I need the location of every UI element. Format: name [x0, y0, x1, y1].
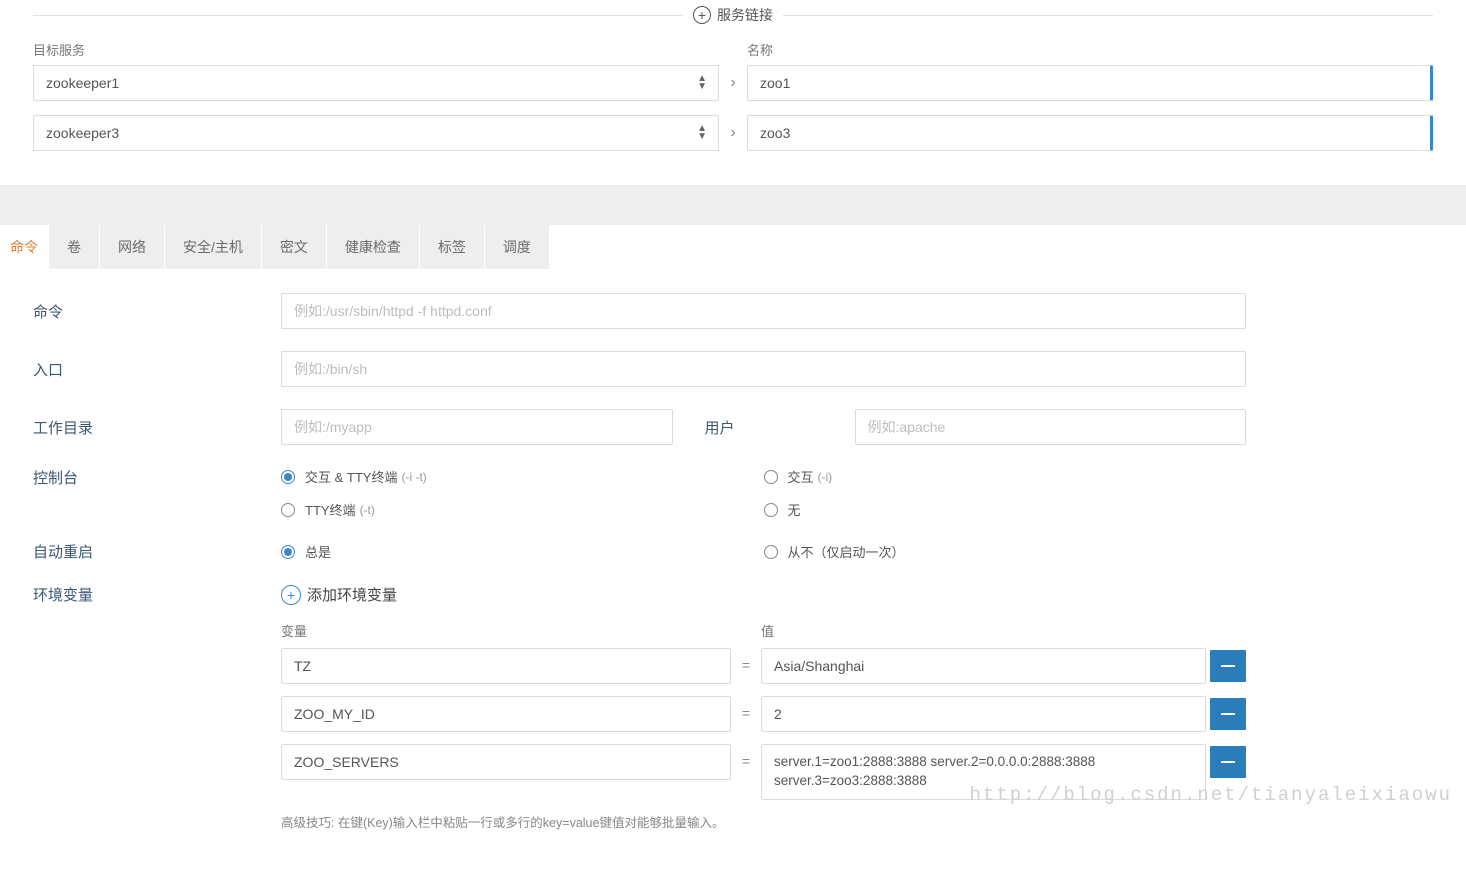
radio-suffix: (-i -t) [401, 470, 426, 484]
radio-label: 无 [788, 500, 801, 519]
env-headers: 变量 值 [281, 621, 1246, 640]
gray-band [0, 185, 1466, 225]
radio-icon [281, 503, 295, 517]
workdir-user-row: 工作目录 用户 [33, 409, 1433, 445]
minus-icon [1221, 665, 1235, 667]
env-key-input[interactable] [281, 696, 731, 732]
env-tip: 高级技巧: 在键(Key)输入栏中粘贴一行或多行的key=value键值对能够批… [281, 812, 1246, 831]
env-value-input[interactable] [761, 648, 1206, 684]
radio-label: 交互 & TTY终端 [305, 467, 397, 486]
link-name-input[interactable] [747, 115, 1433, 151]
env-value-textarea[interactable] [761, 744, 1206, 800]
command-label: 命令 [33, 293, 281, 329]
user-input[interactable] [855, 409, 1247, 445]
service-links-divider: + 服务链接 [0, 0, 1466, 30]
plus-circle-icon: + [693, 6, 711, 24]
minus-icon [1221, 713, 1235, 715]
add-env-label: 添加环境变量 [307, 584, 397, 605]
env-key-input[interactable] [281, 744, 731, 780]
restart-option-always[interactable]: 总是 [281, 541, 764, 562]
radio-icon [764, 470, 778, 484]
target-service-label: 目标服务 [33, 40, 719, 59]
service-links-title: 服务链接 [717, 5, 773, 25]
service-links-header: 目标服务 名称 [33, 40, 1433, 59]
tab-volume[interactable]: 卷 [49, 225, 100, 269]
minus-icon [1221, 761, 1235, 763]
entry-input[interactable] [281, 351, 1246, 387]
divider-line [783, 15, 1433, 16]
console-option-none[interactable]: 无 [764, 500, 1247, 519]
entry-label: 入口 [33, 351, 281, 387]
tab-labels[interactable]: 标签 [420, 225, 485, 269]
target-service-value: zookeeper3 [46, 125, 119, 141]
tab-healthcheck[interactable]: 健康检查 [327, 225, 420, 269]
select-arrows-icon: ▲▼ [697, 75, 706, 91]
env-val-header: 值 [761, 621, 1206, 640]
env-var-row: = [281, 648, 1246, 684]
chevron-right-icon: › [719, 124, 747, 142]
tab-security-host[interactable]: 安全/主机 [165, 225, 262, 269]
console-row: 控制台 交互 & TTY终端 (-i -t) 交互 (-i) TTY终端 (-t… [33, 467, 1433, 519]
radio-label: 总是 [305, 542, 331, 561]
env-var-row: = [281, 696, 1246, 732]
service-links-area: 目标服务 名称 zookeeper1 ▲▼ › zookeeper3 ▲▼ › [0, 30, 1466, 185]
plus-circle-icon: + [281, 585, 301, 605]
add-env-button[interactable]: + 添加环境变量 [281, 584, 397, 605]
env-var-header: 变量 [281, 621, 731, 640]
env-label: 环境变量 [33, 584, 281, 831]
link-row: zookeeper1 ▲▼ › [33, 65, 1433, 101]
radio-suffix: (-i) [818, 470, 833, 484]
remove-env-button[interactable] [1210, 650, 1246, 682]
console-option-tty[interactable]: TTY终端 (-t) [281, 500, 764, 519]
tabs: 命令 卷 网络 安全/主机 密文 健康检查 标签 调度 [0, 225, 1466, 269]
target-service-select[interactable]: zookeeper3 ▲▼ [33, 115, 719, 151]
equals-sign: = [731, 696, 761, 721]
service-links-title-wrap[interactable]: + 服务链接 [683, 5, 783, 25]
select-arrows-icon: ▲▼ [697, 125, 706, 141]
command-input[interactable] [281, 293, 1246, 329]
env-var-row: = [281, 744, 1246, 800]
env-key-input[interactable] [281, 648, 731, 684]
radio-icon [281, 470, 295, 484]
tab-secret[interactable]: 密文 [262, 225, 327, 269]
radio-icon [764, 545, 778, 559]
radio-suffix: (-t) [360, 503, 375, 517]
remove-env-button[interactable] [1210, 698, 1246, 730]
workdir-label: 工作目录 [33, 409, 281, 445]
remove-env-button[interactable] [1210, 746, 1246, 778]
radio-label: 从不（仅启动一次） [788, 542, 905, 561]
divider-line [33, 15, 683, 16]
entry-row: 入口 [33, 351, 1433, 387]
console-label: 控制台 [33, 467, 281, 519]
chevron-right-icon: › [719, 74, 747, 92]
user-label: 用户 [705, 417, 855, 438]
env-row-header: 环境变量 + 添加环境变量 变量 值 = = [33, 584, 1433, 831]
radio-icon [764, 503, 778, 517]
workdir-input[interactable] [281, 409, 673, 445]
console-option-interactive[interactable]: 交互 (-i) [764, 467, 1247, 486]
tab-network[interactable]: 网络 [100, 225, 165, 269]
restart-label: 自动重启 [33, 541, 281, 562]
command-form: 命令 入口 工作目录 用户 控制台 交互 & TTY终端 (-i -t) 交互 … [0, 269, 1466, 879]
tab-scheduling[interactable]: 调度 [485, 225, 550, 269]
tab-command[interactable]: 命令 [0, 225, 49, 269]
target-service-select[interactable]: zookeeper1 ▲▼ [33, 65, 719, 101]
radio-label: TTY终端 [305, 500, 356, 519]
link-name-input[interactable] [747, 65, 1433, 101]
radio-icon [281, 545, 295, 559]
equals-sign: = [731, 744, 761, 769]
command-row: 命令 [33, 293, 1433, 329]
console-option-interactive-tty[interactable]: 交互 & TTY终端 (-i -t) [281, 467, 764, 486]
restart-row: 自动重启 总是 从不（仅启动一次） [33, 541, 1433, 562]
env-value-input[interactable] [761, 696, 1206, 732]
link-name-label: 名称 [747, 40, 1433, 59]
radio-label: 交互 [788, 467, 814, 486]
target-service-value: zookeeper1 [46, 75, 119, 91]
equals-sign: = [731, 648, 761, 673]
restart-option-never[interactable]: 从不（仅启动一次） [764, 541, 1247, 562]
link-row: zookeeper3 ▲▼ › [33, 115, 1433, 151]
